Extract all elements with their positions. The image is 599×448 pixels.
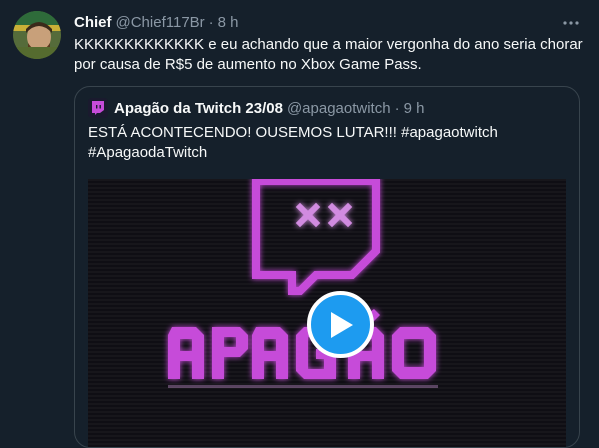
quoted-author-name[interactable]: Apagão da Twitch 23/08	[114, 100, 283, 117]
quoted-tweet[interactable]: Apagão da Twitch 23/08 @apagaotwitch · 9…	[74, 86, 580, 448]
more-horizontal-icon	[563, 21, 579, 25]
avatar-image	[13, 11, 61, 59]
tweet[interactable]: Chief @Chief117Br · 8 h KKKKKKKKKKKKK e …	[0, 0, 599, 448]
quoted-author-handle[interactable]: @apagaotwitch	[287, 100, 391, 117]
separator-dot: ·	[208, 13, 214, 31]
author-handle[interactable]: @Chief117Br	[116, 14, 205, 31]
author-avatar[interactable]	[13, 11, 61, 59]
author-name[interactable]: Chief	[74, 14, 112, 31]
play-button[interactable]	[307, 291, 374, 358]
quoted-timestamp[interactable]: 9 h	[404, 100, 425, 117]
more-options-button[interactable]	[560, 12, 582, 34]
quoted-separator-dot: ·	[394, 99, 400, 117]
play-icon	[330, 311, 353, 338]
quoted-text-line-1: ESTÁ ACONTECENDO! OUSEMOS LUTAR!!! #apag…	[88, 124, 498, 141]
twitch-logo-icon	[92, 101, 104, 115]
tweet-text: KKKKKKKKKKKKK e eu achando que a maior v…	[74, 36, 583, 73]
tweet-header: Chief @Chief117Br · 8 h	[74, 12, 239, 32]
quoted-header: Apagão da Twitch 23/08 @apagaotwitch · 9…	[88, 98, 424, 118]
quoted-text: ESTÁ ACONTECENDO! OUSEMOS LUTAR!!! #apag…	[88, 123, 568, 163]
quoted-hashtag[interactable]: #ApagaodaTwitch	[88, 143, 568, 163]
video-player[interactable]	[88, 179, 566, 447]
quoted-avatar[interactable]	[88, 98, 108, 118]
tweet-timestamp[interactable]: 8 h	[218, 14, 239, 31]
